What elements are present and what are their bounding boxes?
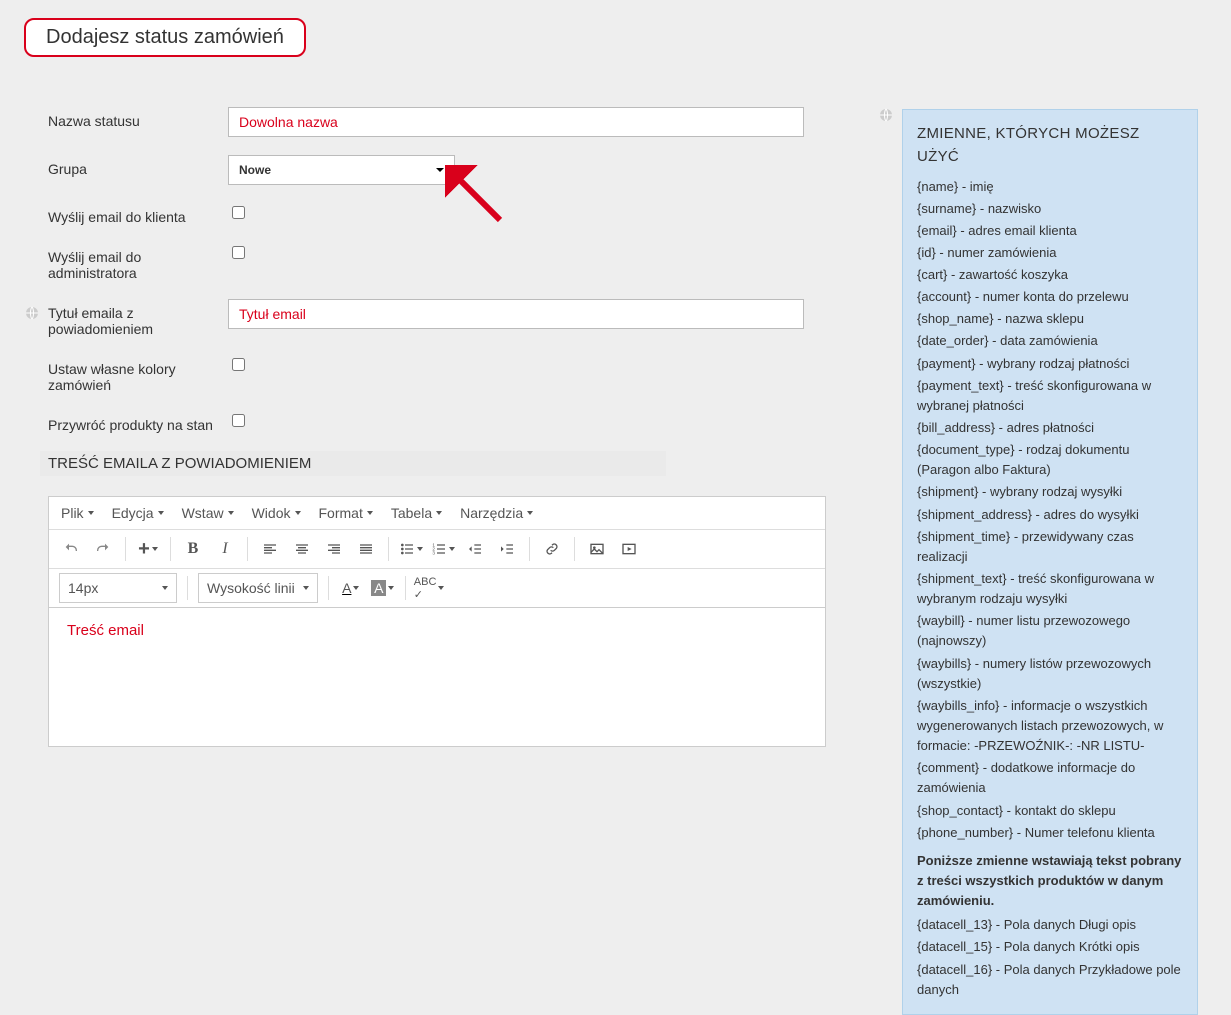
email-title-label: Tytuł emaila z powiadomieniem [48,299,228,337]
variable-entry: {surname} - nazwisko [917,199,1183,219]
restore-stock-label: Przywróć produkty na stan [48,411,228,433]
send-admin-checkbox[interactable] [232,246,245,259]
editor-menu-wstaw[interactable]: Wstaw [182,505,234,521]
indent-button[interactable] [492,534,522,564]
chevron-down-icon [295,511,301,515]
variable-entry: {shop_contact} - kontakt do sklepu [917,801,1183,821]
variable-entry: {id} - numer zamówienia [917,243,1183,263]
variable-entry: {payment} - wybrany rodzaj płatności [917,354,1183,374]
variable-entry: {shop_name} - nazwa sklepu [917,309,1183,329]
redo-button[interactable] [88,534,118,564]
custom-colors-label: Ustaw własne kolory zamówień [48,355,228,393]
chevron-down-icon [527,511,533,515]
send-admin-label: Wyślij email do administratora [48,243,228,281]
image-button[interactable] [582,534,612,564]
lineheight-label: Wysokość linii [207,580,295,596]
variables-hint-title: ZMIENNE, KTÓRYCH MOŻESZ UŻYĆ [917,122,1183,169]
variable-entry: {name} - imię [917,177,1183,197]
email-content-section-title: TREŚĆ EMAILA Z POWIADOMIENIEM [40,451,666,476]
rich-text-editor: Plik Edycja Wstaw Widok Format Tabela Narzędzi… [48,496,826,747]
chevron-down-icon [88,511,94,515]
variable-entry: {datacell_15} - Pola danych Krótki opis [917,937,1183,957]
chevron-down-icon [367,511,373,515]
variable-entry: {bill_address} - adres płatności [917,418,1183,438]
fontsize-select[interactable]: 14px [59,573,177,603]
italic-button[interactable]: I [210,534,240,564]
restore-stock-checkbox[interactable] [232,414,245,427]
editor-menu-widok[interactable]: Widok [252,505,301,521]
chevron-down-icon [436,511,442,515]
number-list-button[interactable]: 123 [428,534,458,564]
variable-entry: {email} - adres email klienta [917,221,1183,241]
spellcheck-button[interactable]: ABC✓ [413,573,446,603]
variable-entry: {document_type} - rodzaj dokumentu (Para… [917,440,1183,480]
insert-menu-button[interactable]: + [133,534,163,564]
status-name-input[interactable] [228,107,804,137]
link-button[interactable] [537,534,567,564]
variables-hint-box: ZMIENNE, KTÓRYCH MOŻESZ UŻYĆ {name} - im… [902,109,1198,1015]
variable-entry: {datacell_16} - Pola danych Przykładowe … [917,960,1183,1000]
align-left-button[interactable] [255,534,285,564]
align-right-button[interactable] [319,534,349,564]
undo-button[interactable] [56,534,86,564]
bold-button[interactable]: B [178,534,208,564]
variable-entry: {date_order} - data zamówienia [917,331,1183,351]
bg-color-button[interactable]: A [368,573,398,603]
send-client-checkbox[interactable] [232,206,245,219]
page-title: Dodajesz status zamówień [24,18,306,57]
group-select[interactable]: Nowe [228,155,455,185]
variable-entry: {waybill} - numer listu przewozowego (na… [917,611,1183,651]
outdent-button[interactable] [460,534,490,564]
variable-entry: {datacell_13} - Pola danych Długi opis [917,915,1183,935]
variable-entry: {shipment_time} - przewidywany czas real… [917,527,1183,567]
globe-icon [24,305,40,321]
fontsize-value: 14px [68,580,98,596]
group-label: Grupa [48,155,228,177]
text-color-button[interactable]: A [336,573,366,603]
variable-entry: {account} - numer konta do przelewu [917,287,1183,307]
variable-entry: {comment} - dodatkowe informacje do zamó… [917,758,1183,798]
align-center-button[interactable] [287,534,317,564]
email-title-input[interactable] [228,299,804,329]
variable-entry: {phone_number} - Numer telefonu klienta [917,823,1183,843]
variable-entry: {cart} - zawartość koszyka [917,265,1183,285]
group-select-value: Nowe [239,163,271,177]
variable-entry: {payment_text} - treść skonfigurowana w … [917,376,1183,416]
variable-entry: {shipment} - wybrany rodzaj wysyłki [917,482,1183,502]
variable-entry: {shipment_text} - treść skonfigurowana w… [917,569,1183,609]
variable-entry: {shipment_address} - adres do wysyłki [917,505,1183,525]
variable-entry: {waybills_info} - informacje o wszystkic… [917,696,1183,756]
align-justify-button[interactable] [351,534,381,564]
editor-menu-format[interactable]: Format [319,505,373,521]
bullet-list-button[interactable] [396,534,426,564]
globe-icon [878,107,894,123]
svg-text:3: 3 [432,550,435,555]
variable-entry: {waybills} - numery listów przewozowych … [917,654,1183,694]
chevron-down-icon [436,168,444,172]
editor-menu-tabela[interactable]: Tabela [391,505,442,521]
status-name-label: Nazwa statusu [48,107,228,129]
custom-colors-checkbox[interactable] [232,358,245,371]
send-client-label: Wyślij email do klienta [48,203,228,225]
media-button[interactable] [614,534,644,564]
variables-extra-title: Poniższe zmienne wstawiają tekst pobrany… [917,851,1183,911]
editor-menu-edycja[interactable]: Edycja [112,505,164,521]
lineheight-select[interactable]: Wysokość linii [198,573,318,603]
chevron-down-icon [158,511,164,515]
editor-menu-plik[interactable]: Plik [61,505,94,521]
chevron-down-icon [228,511,234,515]
editor-body[interactable]: Treść email [49,608,825,746]
editor-menu-narzędzia[interactable]: Narzędzia [460,505,533,521]
